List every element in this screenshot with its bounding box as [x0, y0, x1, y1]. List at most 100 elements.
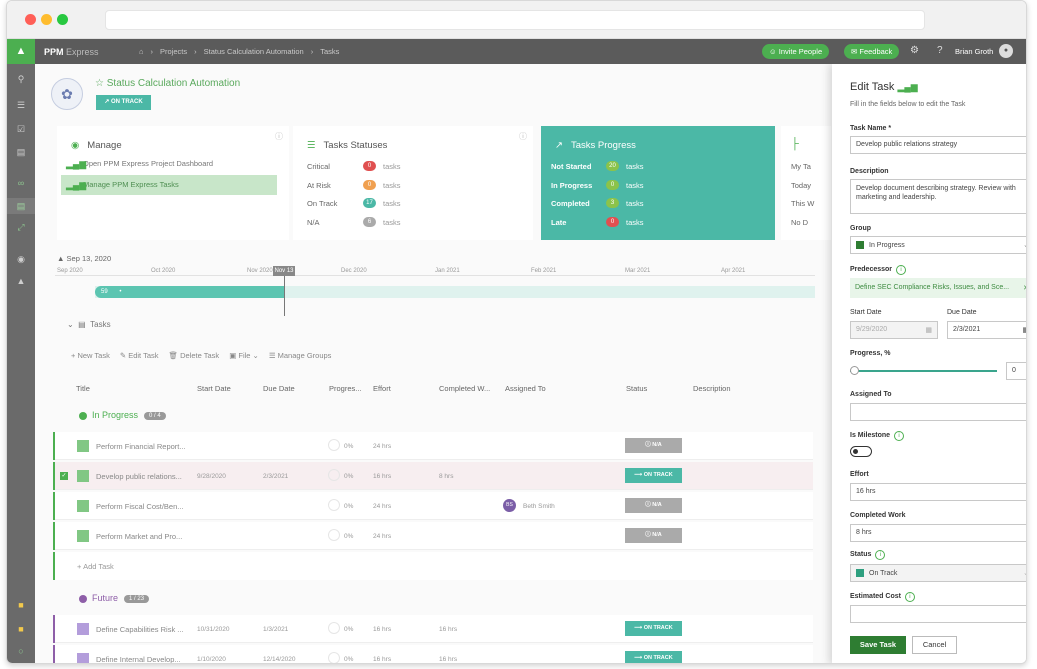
progress-slider[interactable] [850, 370, 997, 372]
chat-icon[interactable]: ■ [7, 600, 35, 610]
table-row[interactable]: Define Capabilities Risk ... 10/31/2020 … [53, 615, 813, 643]
menu-icon[interactable]: ☰ [7, 100, 35, 111]
estimated-cost-label: Estimated Cost i [850, 592, 915, 602]
completed-work-input[interactable]: 8 hrs [850, 524, 1026, 542]
timeline-date: ▲ Sep 13, 2020 [57, 254, 112, 263]
predecessor-chip[interactable]: Define SEC Compliance Risks, Issues, and… [850, 278, 1026, 298]
table-row-selected[interactable]: ✓ Develop public relations... 9/28/2020 … [53, 462, 813, 490]
status-row-critical[interactable]: Critical 0 tasks [307, 161, 507, 171]
col-effort[interactable]: Effort [373, 384, 391, 393]
manage-groups-button[interactable]: ☰ Manage Groups [269, 351, 332, 360]
due-date-input[interactable]: 2/3/2021▦ [947, 321, 1026, 339]
checkbox-icon[interactable]: ☑ [7, 124, 35, 135]
col-title[interactable]: Title [76, 384, 90, 393]
group-in-progress[interactable]: In Progress 0 / 4 [79, 410, 166, 420]
status-select[interactable]: On Track⌄ [850, 564, 1026, 582]
app-logo-icon[interactable]: ▲ [7, 39, 35, 64]
estimated-cost-input[interactable] [850, 605, 1026, 623]
completed-work-label: Completed Work [850, 512, 906, 519]
status-row-at-risk[interactable]: At Risk 0 tasks [307, 180, 507, 190]
feedback-button[interactable]: ✉ Feedback [844, 44, 900, 59]
panel-subtitle: Fill in the fields below to edit the Tas… [850, 101, 966, 108]
expand-icon[interactable]: ⤢ [7, 222, 35, 233]
table-row[interactable]: Perform Fiscal Cost/Ben... 0% 24 hrs BS … [53, 492, 813, 520]
due-date-label: Due Date [947, 309, 977, 316]
start-date-input: 9/29/2020 ▦ [850, 321, 938, 339]
group-label: Group [850, 225, 871, 232]
task-name-input[interactable]: Develop public relations strategy [850, 136, 1026, 154]
status-badge[interactable]: ⟶ ON TRACK [625, 468, 682, 483]
breadcrumb-project[interactable]: Status Calculation Automation [204, 47, 304, 56]
col-completed-work[interactable]: Completed W... [439, 384, 490, 393]
help-icon[interactable]: ? [937, 45, 943, 56]
effort-input[interactable]: 16 hrs [850, 483, 1026, 501]
breadcrumb-tasks[interactable]: Tasks [320, 47, 339, 56]
progress-label: Progress, % [850, 350, 891, 357]
progress-row-not-started[interactable]: Not Started 20 tasks [551, 161, 644, 171]
palette-icon[interactable]: ◉ [7, 254, 35, 265]
progress-row-late[interactable]: Late 0 tasks [551, 217, 644, 227]
col-progress[interactable]: Progres... [329, 384, 362, 393]
chart-icon[interactable]: ▲ [7, 276, 35, 286]
cancel-button[interactable]: Cancel [912, 636, 957, 654]
document-icon[interactable]: ▤ [7, 147, 35, 158]
tasks-section-header[interactable]: ⌄ ▤ Tasks [67, 320, 111, 329]
group-select[interactable]: In Progress⌄ [850, 236, 1026, 254]
minimize-dot[interactable] [41, 14, 52, 25]
progress-row-completed[interactable]: Completed 3 tasks [551, 198, 644, 208]
settings-gear-icon[interactable]: ⚙ [910, 45, 919, 56]
progress-input[interactable]: 0 [1006, 362, 1026, 380]
location-icon[interactable]: ○ [7, 646, 35, 656]
save-task-button[interactable]: Save Task [850, 636, 906, 654]
status-badge[interactable]: ⓘ N/A [625, 438, 682, 453]
close-dot[interactable] [25, 14, 36, 25]
delete-task-button[interactable]: 🗑 Delete Task [169, 351, 220, 360]
milestone-toggle[interactable] [850, 446, 872, 457]
description-textarea[interactable]: Develop document describing strategy. Re… [850, 179, 1026, 214]
address-bar[interactable] [105, 10, 925, 30]
user-name[interactable]: Brian Groth [955, 47, 993, 56]
info-icon[interactable]: ⓘ [519, 131, 527, 142]
link-icon[interactable]: ∞ [7, 178, 35, 188]
search-icon[interactable]: ⚲ [7, 74, 35, 85]
my-tasks-card: ├ My Ta Today This W No D [781, 126, 831, 240]
table-row[interactable]: Perform Market and Pro... 0% 24 hrs ⓘ N/… [53, 522, 813, 550]
group-future[interactable]: Future 1 / 23 [79, 593, 150, 603]
timeline-bar[interactable]: 59 • [95, 286, 284, 298]
col-assigned-to[interactable]: Assigned To [505, 384, 546, 393]
user-avatar[interactable]: ● [999, 44, 1013, 58]
task-icon [77, 440, 89, 452]
manage-tasks-link[interactable]: ▂▄▆ Manage PPM Express Tasks [61, 175, 277, 195]
status-row-na[interactable]: N/A 6 tasks [307, 217, 507, 227]
maximize-dot[interactable] [57, 14, 68, 25]
home-icon[interactable]: ⌂ [139, 47, 144, 56]
open-dashboard-link[interactable]: ▂▄▆ Open PPM Express Project Dashboard [61, 154, 277, 174]
today-marker: Nov 13 [273, 266, 295, 276]
edit-task-button[interactable]: ✎ Edit Task [120, 351, 159, 360]
file-button[interactable]: ▣ File ⌄ [229, 351, 259, 360]
col-start-date[interactable]: Start Date [197, 384, 231, 393]
breadcrumb-projects[interactable]: Projects [160, 47, 187, 56]
tree-icon: ├ [791, 138, 799, 150]
table-row[interactable]: Perform Financial Report... 0% 24 hrs ⓘ … [53, 432, 813, 460]
col-description[interactable]: Description [693, 384, 731, 393]
tasks-nav-icon[interactable]: ▤ [7, 198, 35, 214]
new-task-button[interactable]: + New Task [71, 351, 110, 360]
status-badge[interactable]: ⓘ N/A [625, 528, 682, 543]
table-row[interactable]: Define Internal Develop... 1/10/2020 12/… [53, 645, 813, 663]
status-row-on-track[interactable]: On Track 17 tasks [307, 198, 507, 208]
assigned-to-input[interactable] [850, 403, 1026, 421]
status-badge[interactable]: ⓘ N/A [625, 498, 682, 513]
col-due-date[interactable]: Due Date [263, 384, 295, 393]
progress-slider-knob[interactable] [850, 366, 859, 375]
info-icon[interactable]: ⓘ [275, 131, 283, 142]
col-status[interactable]: Status [626, 384, 647, 393]
status-badge[interactable]: ⟶ ON TRACK [625, 651, 682, 663]
row-checkbox[interactable]: ✓ [60, 472, 68, 480]
add-task-row[interactable]: + Add Task [53, 552, 813, 580]
description-label: Description [850, 168, 889, 175]
comment-icon[interactable]: ■ [7, 624, 35, 634]
invite-people-button[interactable]: ☺ Invite People [762, 44, 830, 59]
status-badge[interactable]: ⟶ ON TRACK [625, 621, 682, 636]
progress-row-in-progress[interactable]: In Progress 0 tasks [551, 180, 644, 190]
